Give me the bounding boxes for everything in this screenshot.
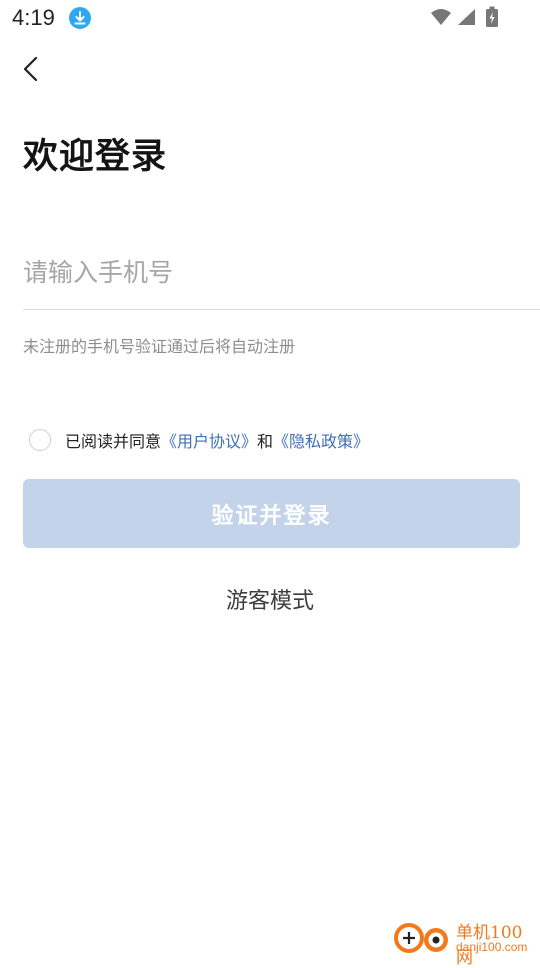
verify-login-button[interactable]: 验证并登录 bbox=[23, 479, 520, 548]
privacy-policy-link[interactable]: 《隐私政策》 bbox=[273, 428, 369, 452]
page-title: 欢迎登录 bbox=[23, 137, 168, 177]
agreement-row: 已阅读并同意 《用户协议》 和 《隐私政策》 bbox=[29, 426, 369, 454]
phone-input[interactable] bbox=[23, 250, 523, 294]
danji-logo-icon bbox=[394, 923, 448, 953]
watermark-url: danji100.com bbox=[456, 940, 528, 954]
back-button[interactable] bbox=[14, 52, 50, 88]
input-underline bbox=[23, 309, 540, 310]
chevron-left-icon bbox=[23, 56, 38, 82]
agreement-and: 和 bbox=[257, 432, 274, 451]
watermark: 单机100网 danji100.com bbox=[388, 915, 538, 968]
register-hint: 未注册的手机号验证通过后将自动注册 bbox=[23, 337, 296, 356]
signal-icon bbox=[456, 8, 476, 30]
download-icon bbox=[69, 7, 91, 29]
status-time: 4:19 bbox=[12, 5, 55, 30]
agreement-prefix: 已阅读并同意 bbox=[65, 432, 162, 451]
user-agreement-link[interactable]: 《用户协议》 bbox=[161, 428, 257, 452]
wifi-icon bbox=[430, 8, 452, 30]
status-bar: 4:19 bbox=[0, 0, 540, 38]
guest-mode-link[interactable]: 游客模式 bbox=[0, 583, 540, 615]
agreement-checkbox[interactable] bbox=[29, 429, 51, 451]
battery-charging-icon bbox=[485, 6, 499, 32]
